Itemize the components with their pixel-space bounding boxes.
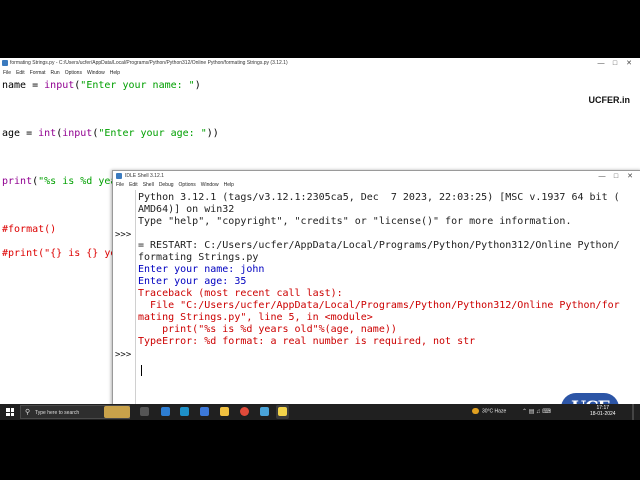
ucfer-watermark: UCFER.in [588,95,631,105]
shell-output-line: Enter your name: john [138,264,265,275]
store-icon[interactable] [260,407,269,416]
shell-menu-options[interactable]: Options [179,182,196,188]
edge-browser-icon[interactable] [180,407,189,416]
shell-output-line: Traceback (most recent call last): [138,288,343,299]
shell-menu-debug[interactable]: Debug [159,182,174,188]
code-token: input [44,80,75,91]
python-shell-icon [116,173,122,179]
code-token: "Enter your name: " [80,80,195,91]
python-file-icon [2,60,8,66]
taskbar-clock[interactable]: 17:17 18-01-2024 [590,405,616,417]
shell-prompt: >>> [115,350,132,360]
shell-window[interactable]: IDLE Shell 3.12.1 — □ ✕ File Edit Shell Debug… [112,170,640,420]
code-token: )) [206,128,219,139]
editor-menu-file[interactable]: File [3,70,11,76]
code-token: #format() [2,224,57,235]
chevron-up-icon[interactable]: ⌃ [522,409,527,415]
code-line[interactable]: age = int(input("Enter your age: ")) [2,128,219,140]
clock-date: 18-01-2024 [590,411,616,417]
shell-output-line: formating Strings.py [138,252,259,263]
shell-menu-edit[interactable]: Edit [129,182,138,188]
code-token: int [38,128,57,139]
editor-menu-options[interactable]: Options [65,70,82,76]
shell-prompt: >>> [115,230,132,240]
close-icon[interactable]: ✕ [622,58,636,69]
editor-menu-edit[interactable]: Edit [16,70,25,76]
task-view-icon[interactable] [140,407,149,416]
shell-output-line: Enter your age: 35 [138,276,247,287]
language-icon[interactable]: ⌨ [542,409,551,415]
shell-menu-file[interactable]: File [116,182,124,188]
editor-title-bar[interactable]: formating Strings.py - C:/Users/ucfer/Ap… [0,58,640,69]
shell-menu-window[interactable]: Window [201,182,219,188]
taskbar: ⚲ Type here to search 30°C Haze ⌃ ▤ ♫ ⌨ … [0,404,640,420]
show-desktop-button[interactable] [632,404,634,420]
editor-menu-help[interactable]: Help [110,70,120,76]
shell-prompt-gutter: >>> >>> [113,190,136,420]
shell-menu-shell[interactable]: Shell [143,182,154,188]
shell-output-line: = RESTART: C:/Users/ucfer/AppData/Local/… [138,240,620,251]
shell-title: IDLE Shell 3.12.1 [125,173,164,179]
code-token: ) [194,80,201,91]
haze-weather-icon [472,408,479,414]
search-highlight-image[interactable] [104,406,130,418]
code-line[interactable]: #format() [2,224,56,236]
shell-output-line: AMD64)] on win32 [138,204,235,215]
editor-menu-format[interactable]: Format [30,70,46,76]
file-explorer-icon[interactable] [220,407,229,416]
code-token: name [2,80,27,91]
volume-icon[interactable]: ♫ [536,409,541,415]
search-icon: ⚲ [25,409,31,416]
shell-output-line: TypeError: %d format: a real number is r… [138,336,476,347]
weather-text: 30°C Haze [482,408,507,415]
code-token: = [26,80,45,91]
desktop-screen: formating Strings.py - C:/Users/ucfer/Ap… [0,58,640,420]
network-icon[interactable]: ▤ [529,409,535,415]
editor-menu-run[interactable]: Run [51,70,60,76]
editor-window-controls: — □ ✕ [594,58,636,69]
widgets-icon[interactable] [161,407,170,416]
editor-menu-bar: File Edit Format Run Options Window Help [0,69,640,78]
shell-output-line: print("%s is %d years old"%(age, name)) [138,324,397,335]
code-token: input [62,128,93,139]
code-token: "Enter your age: " [98,128,207,139]
windows-start-icon[interactable] [6,408,14,416]
chrome-icon[interactable] [240,407,249,416]
minimize-icon[interactable]: — [594,58,608,69]
shell-menu-help[interactable]: Help [224,182,234,188]
search-placeholder: Type here to search [35,410,80,416]
editor-title: formating Strings.py - C:/Users/ucfer/Ap… [10,60,288,66]
editor-menu-window[interactable]: Window [87,70,105,76]
system-tray[interactable]: ⌃ ▤ ♫ ⌨ [522,408,551,415]
code-token: age [2,128,21,139]
mail-icon[interactable] [200,407,209,416]
shell-output-line: Type "help", "copyright", "credits" or "… [138,216,572,227]
code-token: = [20,128,39,139]
text-cursor [141,365,142,376]
code-line[interactable]: name = input("Enter your name: ") [2,80,201,92]
shell-output-area[interactable]: Python 3.12.1 (tags/v3.12.1:2305ca5, Dec… [138,190,640,420]
weather-widget[interactable]: 30°C Haze [472,408,506,414]
python-idle-icon [278,407,287,416]
code-token: print [2,176,33,187]
shell-output-line: File "C:/Users/ucfer/AppData/Local/Progr… [138,300,620,311]
shell-output-line: Python 3.12.1 (tags/v3.12.1:2305ca5, Dec… [138,192,620,203]
idle-taskbar-button[interactable] [276,405,289,419]
shell-title-bar[interactable]: IDLE Shell 3.12.1 — □ ✕ [113,171,640,181]
shell-output-line: mating Strings.py", line 5, in <module> [138,312,373,323]
maximize-icon[interactable]: □ [608,58,622,69]
shell-menu-bar: File Edit Shell Debug Options Window Help [113,181,640,190]
